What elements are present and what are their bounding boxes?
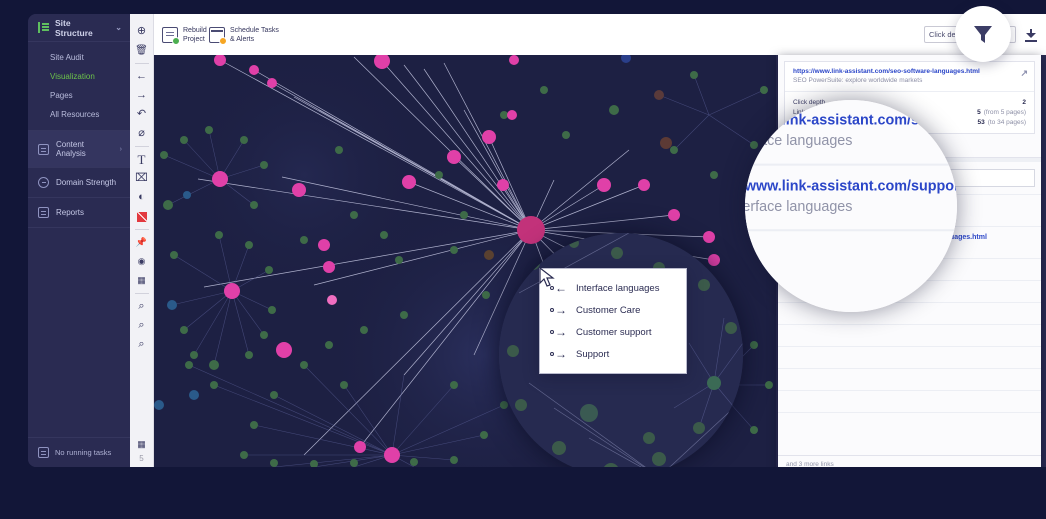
top-toolbar: Rebuild Project Schedule Tasks & Alerts … bbox=[154, 14, 1046, 55]
page-description: SEO PowerSuite: explore worldwide market… bbox=[793, 77, 923, 84]
sidebar-item-content-analysis[interactable]: Content Analysis › bbox=[28, 131, 130, 168]
rebuild-project-line1: Rebuild bbox=[183, 27, 207, 34]
rebuild-project-button[interactable]: Rebuild Project bbox=[162, 26, 207, 46]
chevron-down-icon: ⌄ bbox=[115, 23, 122, 32]
graph-toolbar: ⊕ 🗑 ← → ↶ ⌀ T ⌧ ◐ 📌 ◉ ▦ ⌕ ⌕ ⌕ ▦ 5 bbox=[130, 14, 154, 467]
stat-value: 5 bbox=[977, 108, 981, 116]
running-tasks-label: No running tasks bbox=[55, 448, 112, 457]
palette-icon[interactable]: ◐ bbox=[130, 188, 154, 207]
sidebar-item-all-resources[interactable]: All Resources bbox=[28, 105, 130, 124]
outgoing-link-icon: → bbox=[550, 348, 570, 360]
zoom-fit-icon[interactable]: ⌕ bbox=[130, 297, 154, 316]
delete-icon[interactable]: 🗑 bbox=[130, 41, 154, 60]
open-external-icon[interactable]: ↗ bbox=[1020, 68, 1028, 79]
layout-icon[interactable]: ▦ bbox=[130, 271, 154, 290]
sidebar-item-site-audit[interactable]: Site Audit bbox=[28, 48, 130, 67]
unlink-icon[interactable]: ⌀ bbox=[130, 124, 154, 143]
sidebar-header[interactable]: Site Structure ⌄ bbox=[28, 14, 130, 42]
list-icon bbox=[38, 22, 49, 33]
refresh-doc-icon bbox=[162, 27, 180, 46]
list-item[interactable] bbox=[778, 325, 1041, 347]
sidebar-subgroup: Site Audit Visualization Pages All Resou… bbox=[28, 42, 130, 131]
outgoing-link-icon: → bbox=[550, 326, 570, 338]
play-icon[interactable]: ◉ bbox=[130, 252, 154, 271]
sidebar-item-pages[interactable]: Pages bbox=[28, 86, 130, 105]
tooltip-item-interface-languages[interactable]: ← Interface languages bbox=[540, 277, 686, 299]
schedule-tasks-button[interactable]: Schedule Tasks & Alerts bbox=[209, 26, 279, 46]
zoom-out-icon[interactable]: ⌕ bbox=[130, 335, 154, 354]
incoming-links-icon[interactable]: ← bbox=[130, 67, 154, 86]
tooltip-item-label: Customer support bbox=[576, 326, 652, 338]
toolbar-divider bbox=[134, 293, 149, 294]
more-links-label: and 3 more links bbox=[778, 455, 1041, 467]
lens-link-url: www.link-assistant.com/support/ bbox=[745, 114, 957, 129]
filter-funnel-icon bbox=[974, 26, 992, 43]
stat-value: 53 bbox=[977, 118, 985, 126]
list-item[interactable] bbox=[778, 391, 1041, 413]
color-swatch-icon[interactable] bbox=[130, 207, 154, 226]
undo-icon[interactable]: ↶ bbox=[130, 105, 154, 124]
filter-funnel-button[interactable] bbox=[955, 6, 1011, 62]
outgoing-link-icon: → bbox=[550, 304, 570, 316]
add-node-icon[interactable]: ⊕ bbox=[130, 22, 154, 41]
tooltip-item-customer-support[interactable]: → Customer support bbox=[540, 321, 686, 343]
lens-link-title: Interface languages bbox=[745, 200, 853, 215]
sidebar-item-label: Reports bbox=[56, 208, 85, 217]
calendar-icon bbox=[209, 27, 227, 46]
schedule-tasks-line2: & Alerts bbox=[230, 36, 255, 44]
tasks-icon bbox=[38, 447, 49, 458]
toolbar-divider bbox=[134, 229, 149, 230]
stat-sub: (from 5 pages) bbox=[983, 108, 1026, 116]
sidebar-item-reports[interactable]: Reports bbox=[28, 198, 130, 228]
stat-sub: (to 34 pages) bbox=[987, 118, 1026, 126]
page-number: 5 bbox=[139, 454, 144, 463]
sidebar-item-domain-strength[interactable]: Domain Strength bbox=[28, 168, 130, 198]
stat-value: 2 bbox=[1022, 98, 1026, 106]
zoom-in-icon[interactable]: ⌕ bbox=[130, 316, 154, 335]
pin-icon[interactable]: 📌 bbox=[130, 233, 154, 252]
tooltip-item-customer-care[interactable]: → Customer Care bbox=[540, 299, 686, 321]
panel-zoom-lens: Links to page Links from page Search www… bbox=[745, 100, 957, 312]
download-icon[interactable] bbox=[1024, 28, 1038, 42]
report-icon bbox=[38, 207, 49, 218]
running-tasks-status[interactable]: No running tasks bbox=[28, 437, 130, 467]
rebuild-project-line2: Project bbox=[183, 36, 205, 44]
chevron-right-icon: › bbox=[119, 145, 122, 153]
gauge-icon bbox=[38, 177, 49, 188]
outgoing-links-icon[interactable]: → bbox=[130, 86, 154, 105]
node-links-tooltip: ← Interface languages → Customer Care → … bbox=[539, 268, 687, 374]
sidebar-header-label: Site Structure bbox=[55, 17, 93, 38]
sidebar-item-label: Domain Strength bbox=[56, 178, 117, 187]
sidebar-item-label: Content Analysis bbox=[56, 140, 86, 158]
page-url-text: https://www.link-assistant.com/seo-softw… bbox=[793, 68, 980, 75]
graph-canvas[interactable]: ← Interface languages → Customer Care → … bbox=[154, 55, 776, 467]
schedule-tasks-line1: Schedule Tasks bbox=[230, 27, 279, 34]
mouse-cursor-icon bbox=[539, 267, 555, 287]
legend-icon[interactable]: ▦ bbox=[130, 435, 154, 454]
node-shape-icon[interactable]: ⌧ bbox=[130, 169, 154, 188]
lens-link-url: www.link-assistant.com/support/interface… bbox=[745, 180, 957, 195]
list-item[interactable] bbox=[778, 369, 1041, 391]
tooltip-item-support[interactable]: → Support bbox=[540, 343, 686, 365]
toolbar-divider bbox=[134, 63, 149, 64]
tooltip-item-label: Customer Care bbox=[576, 304, 641, 316]
page-url-link[interactable]: https://www.link-assistant.com/seo-softw… bbox=[785, 62, 1034, 79]
hub-node bbox=[517, 216, 545, 244]
list-item[interactable] bbox=[778, 347, 1041, 369]
tooltip-item-label: Support bbox=[576, 348, 610, 360]
toolbar-divider bbox=[134, 146, 149, 147]
text-label-icon[interactable]: T bbox=[130, 150, 154, 169]
content-icon bbox=[38, 143, 49, 155]
sidebar: Site Structure ⌄ Site Audit Visualizatio… bbox=[28, 14, 130, 467]
lens-link-title: Interface languages bbox=[745, 134, 853, 150]
tooltip-item-label: Interface languages bbox=[576, 282, 660, 294]
sidebar-item-visualization[interactable]: Visualization bbox=[28, 67, 130, 86]
